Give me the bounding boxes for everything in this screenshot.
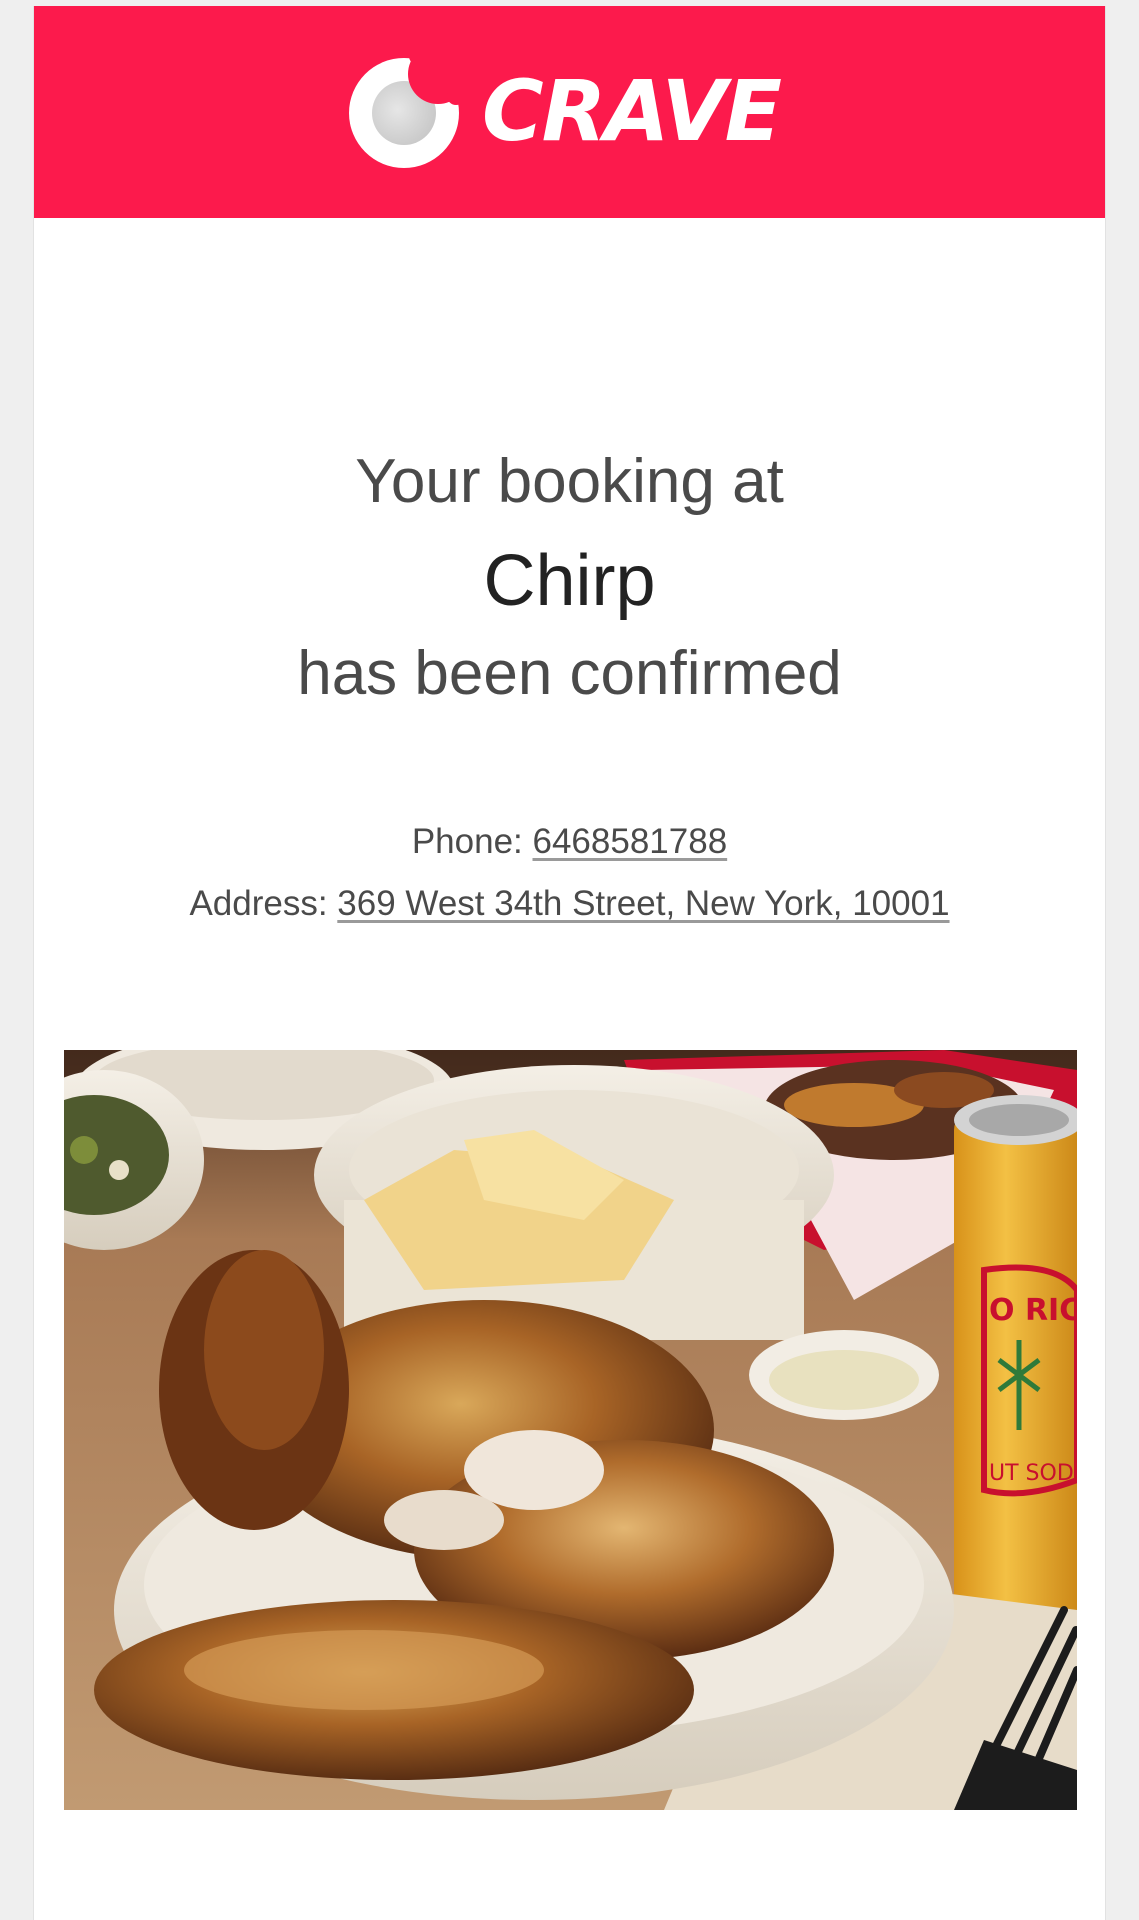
food-photo: O RICO UT SODA bbox=[64, 1050, 1077, 1810]
restaurant-name: Chirp bbox=[483, 541, 656, 621]
brand-logo[interactable]: CRAVE bbox=[348, 52, 782, 170]
address-label: Address: bbox=[189, 884, 328, 923]
phone-label: Phone: bbox=[411, 822, 523, 861]
brand-header: CRAVE bbox=[34, 6, 1105, 218]
confirmation-status: has been confirmed bbox=[297, 639, 842, 708]
bitten-moon-logo-icon bbox=[349, 52, 460, 168]
phone-link[interactable]: 6468581788 bbox=[533, 822, 728, 861]
phone-row: Phone: 6468581788 bbox=[34, 822, 1105, 862]
address-row: Address: 369 West 34th Street, New York,… bbox=[34, 884, 1105, 924]
can-label-top: O RICO bbox=[989, 1293, 1077, 1328]
can-label-bottom: UT SODA bbox=[989, 1461, 1077, 1486]
email-card: CRAVE Your booking at Chirp has been con… bbox=[33, 6, 1106, 1920]
confirmation-intro: Your booking at bbox=[355, 447, 784, 516]
address-link[interactable]: 369 West 34th Street, New York, 10001 bbox=[337, 884, 949, 923]
brand-name: CRAVE bbox=[482, 62, 782, 160]
